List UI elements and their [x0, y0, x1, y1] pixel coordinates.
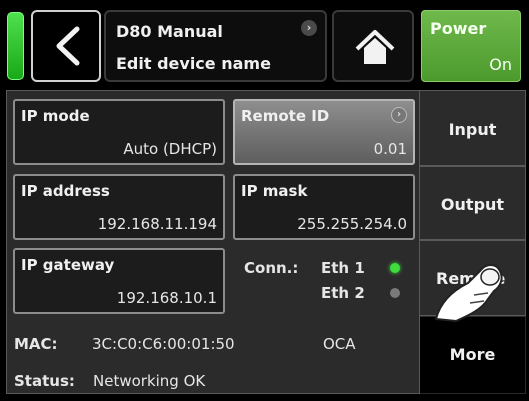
remote-id-label: Remote ID	[241, 107, 330, 125]
ip-mode-field[interactable]: IP mode Auto (DHCP)	[13, 99, 225, 165]
back-arrow-icon	[56, 26, 80, 66]
tab-output[interactable]: Output	[420, 166, 526, 240]
ip-address-label: IP address	[21, 182, 110, 200]
protocol-label: OCA	[323, 335, 356, 353]
eth1-status-led	[390, 263, 400, 273]
network-settings-panel: IP mode Auto (DHCP) Remote ID › 0.01 IP …	[6, 90, 420, 394]
mac-label: MAC:	[14, 335, 58, 353]
home-button[interactable]	[332, 10, 414, 82]
remote-id-field[interactable]: Remote ID › 0.01	[233, 99, 415, 165]
device-screen: D80 Manual Edit device name › Power On I…	[0, 0, 529, 401]
tab-more-label: More	[449, 345, 496, 364]
device-title-button[interactable]: D80 Manual Edit device name ›	[104, 10, 327, 82]
chevron-right-icon: ›	[391, 107, 407, 123]
tab-more[interactable]: More	[420, 316, 526, 394]
remote-id-value: 0.01	[373, 140, 407, 158]
home-icon	[355, 30, 395, 64]
ip-gateway-label: IP gateway	[21, 256, 115, 274]
ip-mask-label: IP mask	[241, 182, 308, 200]
status-value: Networking OK	[93, 372, 206, 390]
ip-mode-value: Auto (DHCP)	[123, 140, 217, 158]
tab-input-label: Input	[448, 120, 497, 139]
ip-mode-label: IP mode	[21, 107, 90, 125]
eth2-status-led	[390, 288, 400, 298]
status-led-bar	[7, 12, 24, 80]
status-label: Status:	[14, 372, 75, 390]
ip-address-field[interactable]: IP address 192.168.11.194	[13, 174, 225, 240]
ip-address-value: 192.168.11.194	[97, 215, 217, 233]
eth2-label: Eth 2	[321, 284, 365, 302]
ip-mask-value: 255.255.254.0	[297, 215, 407, 233]
ip-mask-field[interactable]: IP mask 255.255.254.0	[233, 174, 415, 240]
edit-device-name-label: Edit device name	[116, 54, 271, 73]
mac-value: 3C:C0:C6:00:01:50	[92, 335, 235, 353]
power-label: Power	[430, 19, 487, 38]
ip-gateway-field[interactable]: IP gateway 192.168.10.1	[13, 248, 225, 314]
power-button[interactable]: Power On	[421, 10, 521, 82]
pointing-hand-icon	[435, 264, 503, 322]
power-state: On	[489, 55, 512, 74]
device-title: D80 Manual	[116, 22, 223, 41]
back-button[interactable]	[31, 10, 101, 82]
connection-label: Conn.:	[244, 259, 299, 277]
tab-input[interactable]: Input	[420, 90, 526, 166]
ip-gateway-value: 192.168.10.1	[116, 289, 217, 307]
chevron-right-icon: ›	[301, 20, 317, 36]
eth1-label: Eth 1	[321, 259, 365, 277]
tab-output-label: Output	[440, 195, 505, 214]
